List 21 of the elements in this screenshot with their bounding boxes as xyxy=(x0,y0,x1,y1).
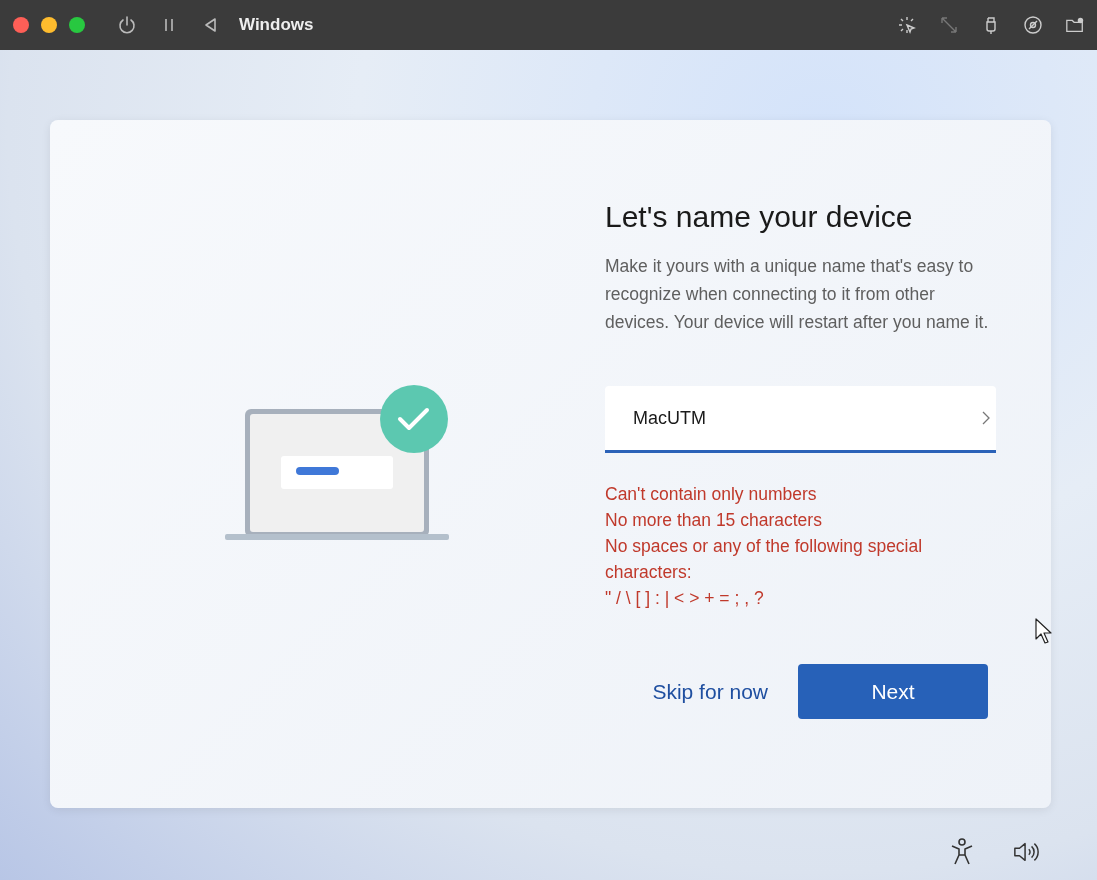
error-text: Can't contain only numbers xyxy=(605,483,818,506)
folder-icon[interactable] xyxy=(1065,15,1085,35)
next-button[interactable]: Next xyxy=(798,664,988,719)
cursor-sparkle-icon[interactable] xyxy=(897,15,917,35)
power-icon[interactable] xyxy=(117,15,137,35)
error-text: No spaces or any of the following special characters: xyxy=(605,535,924,584)
close-button[interactable] xyxy=(13,17,29,33)
window-title: Windows xyxy=(239,15,314,35)
device-name-field[interactable]: MacUTM xyxy=(605,386,996,453)
disc-icon[interactable] xyxy=(1023,15,1043,35)
error-text: No more than 15 characters xyxy=(605,509,823,532)
error-text: " / \ [ ] : | < > + = ; , ? xyxy=(605,587,765,610)
description-text: Make it yours with a unique name that's easy to recognize when connecting to it from other devices. Your device will restart after you name it. xyxy=(605,255,990,334)
skip-link[interactable]: Skip for now xyxy=(652,679,768,704)
resize-icon[interactable] xyxy=(939,15,959,35)
minimize-button[interactable] xyxy=(41,17,57,33)
accessibility-icon[interactable] xyxy=(949,838,975,866)
mouse-pointer-icon xyxy=(1035,618,1053,644)
dialog-heading: Let's name your device xyxy=(605,200,914,234)
zoom-button[interactable] xyxy=(69,17,85,33)
chevron-icon[interactable] xyxy=(982,411,990,425)
